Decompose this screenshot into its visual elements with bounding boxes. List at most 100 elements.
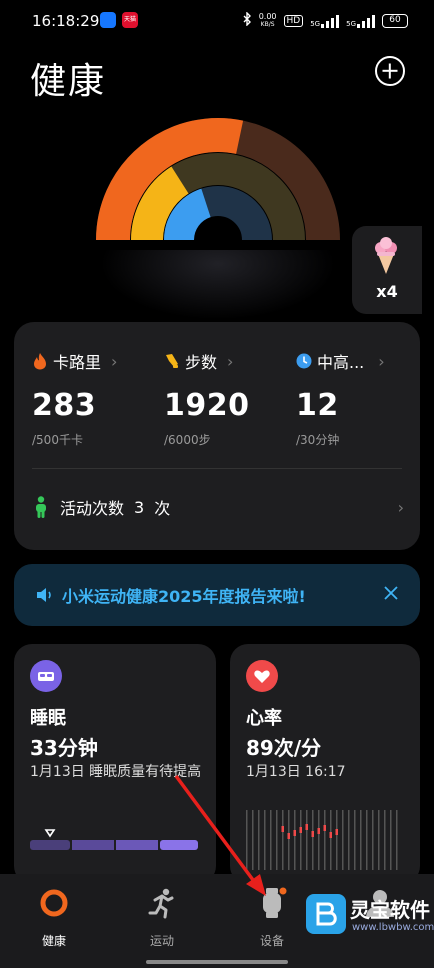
sleep-tile[interactable]: 睡眠 33分钟 1月13日 睡眠质量有待提高 (14, 644, 216, 884)
intensity-ring-progress (164, 188, 212, 241)
tab-device-label: 设备 (259, 934, 284, 948)
calories-target: /500千卡 (32, 433, 83, 447)
hr-grid-bar (294, 810, 296, 870)
tab-health[interactable]: 健康 (14, 886, 94, 949)
watch-icon (263, 887, 287, 918)
hr-grid-bar (276, 810, 278, 870)
calories-stat[interactable]: 卡路里 › 283 /500千卡 (32, 350, 162, 448)
hr-reading-bar (329, 832, 332, 838)
add-button[interactable] (375, 56, 405, 86)
heart-value: 89次/分 (246, 736, 322, 760)
speaker-icon (37, 588, 51, 602)
watermark-name: 灵宝软件 (350, 898, 430, 922)
activity-count-row[interactable]: 活动次数 3 次 › (34, 492, 404, 522)
hr-grid-bar (390, 810, 392, 870)
intensity-label: 中高... (317, 353, 365, 372)
close-icon[interactable] (382, 584, 400, 602)
chevron-right-icon: › (378, 351, 385, 371)
hr-grid-bar (312, 810, 314, 870)
ice-cream-icon (375, 237, 397, 274)
hr-grid-bar (396, 810, 398, 870)
intensity-target: /30分钟 (296, 433, 340, 447)
hr-reading-bar (305, 824, 308, 830)
hr-reading-bar (323, 825, 326, 831)
hr-grid-bar (324, 810, 326, 870)
divider (32, 468, 402, 469)
hr-grid-bar (300, 810, 302, 870)
daily-stats-card: 卡路里 › 283 /500千卡 步数 › 1920 /6000步 中高... … (14, 322, 420, 550)
chevron-right-icon: › (397, 497, 404, 517)
net-speed-unit: KB/S (260, 20, 275, 28)
tmall-notification-icon: 天猫 (122, 12, 138, 28)
sim1-label: 5G (310, 19, 321, 28)
annual-report-banner[interactable]: 小米运动健康2025年度报告来啦! (14, 564, 420, 626)
status-bar: 16:18:29 天猫 0.00 KB/S HD 5G 5G 60 (0, 0, 434, 40)
hr-reading-bar (311, 831, 314, 837)
hr-grid-bar (258, 810, 260, 870)
bed-icon (30, 660, 62, 692)
tab-workout[interactable]: 运动 (122, 886, 202, 949)
steps-label: 步数 (185, 353, 218, 372)
hr-grid-bar (378, 810, 380, 870)
achievement-badge[interactable]: x4 (352, 226, 422, 314)
watermark-logo (306, 894, 346, 934)
rings-reflection (100, 250, 336, 320)
flame-icon (34, 353, 46, 370)
net-speed-value: 0.00 (258, 11, 277, 21)
signal-icon (357, 14, 375, 28)
app-notification-icon (100, 12, 116, 28)
notification-dot (279, 887, 287, 895)
activity-label: 活动次数 (60, 499, 125, 518)
battery-indicator: 60 (382, 13, 408, 28)
hr-reading-bar (281, 826, 284, 832)
status-time: 16:18:29 (32, 12, 100, 30)
hr-grid-bar (246, 810, 248, 870)
sleep-stage-bar (30, 829, 198, 850)
achievement-count: x4 (376, 282, 398, 301)
person-icon (36, 496, 46, 518)
health-ring-icon (40, 889, 68, 917)
sim2-signal: 5G (346, 14, 375, 28)
hr-grid-bar (336, 810, 338, 870)
activity-unit: 次 (154, 499, 171, 518)
hr-grid-bar (348, 810, 350, 870)
status-indicators: 0.00 KB/S HD 5G 5G 60 (243, 11, 408, 29)
activity-rings[interactable] (86, 110, 350, 250)
sleep-marker-icon (44, 829, 56, 838)
chevron-right-icon: › (111, 351, 118, 371)
hr-grid-bar (366, 810, 368, 870)
hr-reading-bar (293, 830, 296, 836)
sleep-summary: 1月13日 睡眠质量有待提高 (30, 764, 202, 780)
heart-rate-chart (246, 810, 398, 870)
home-indicator (146, 960, 288, 964)
hr-reading-bar (335, 829, 338, 835)
hr-grid-bar (360, 810, 362, 870)
hr-reading-bar (287, 833, 290, 839)
hr-grid-bar (372, 810, 374, 870)
hr-reading-bar (317, 828, 320, 834)
heart-summary: 1月13日 16:17 (246, 764, 346, 780)
hr-grid-bar (318, 810, 320, 870)
shoe-icon (166, 354, 178, 368)
calories-label: 卡路里 (53, 353, 102, 372)
sleep-value: 33分钟 (30, 736, 98, 760)
steps-stat[interactable]: 步数 › 1920 /6000步 (164, 350, 294, 448)
hr-grid-bar (270, 810, 272, 870)
hr-grid-bar (252, 810, 254, 870)
hr-reading-bar (299, 827, 302, 833)
tab-device[interactable]: 设备 (232, 886, 312, 949)
sleep-title: 睡眠 (30, 708, 66, 729)
hr-grid-bar (288, 810, 290, 870)
hd-voice-badge: HD (283, 14, 304, 27)
tab-health-label: 健康 (41, 934, 66, 948)
heart-rate-tile[interactable]: 心率 89次/分 1月13日 16:17 (230, 644, 420, 884)
hr-grid-bar (342, 810, 344, 870)
sim2-label: 5G (346, 19, 356, 28)
steps-target: /6000步 (164, 433, 211, 447)
intensity-stat[interactable]: 中高... › 12 /30分钟 (296, 350, 416, 448)
clock-icon (296, 353, 312, 369)
chevron-right-icon: › (227, 351, 234, 371)
sim1-signal: 5G (310, 14, 340, 28)
intensity-value: 12 (296, 388, 339, 423)
activity-count: 3 (134, 497, 145, 517)
